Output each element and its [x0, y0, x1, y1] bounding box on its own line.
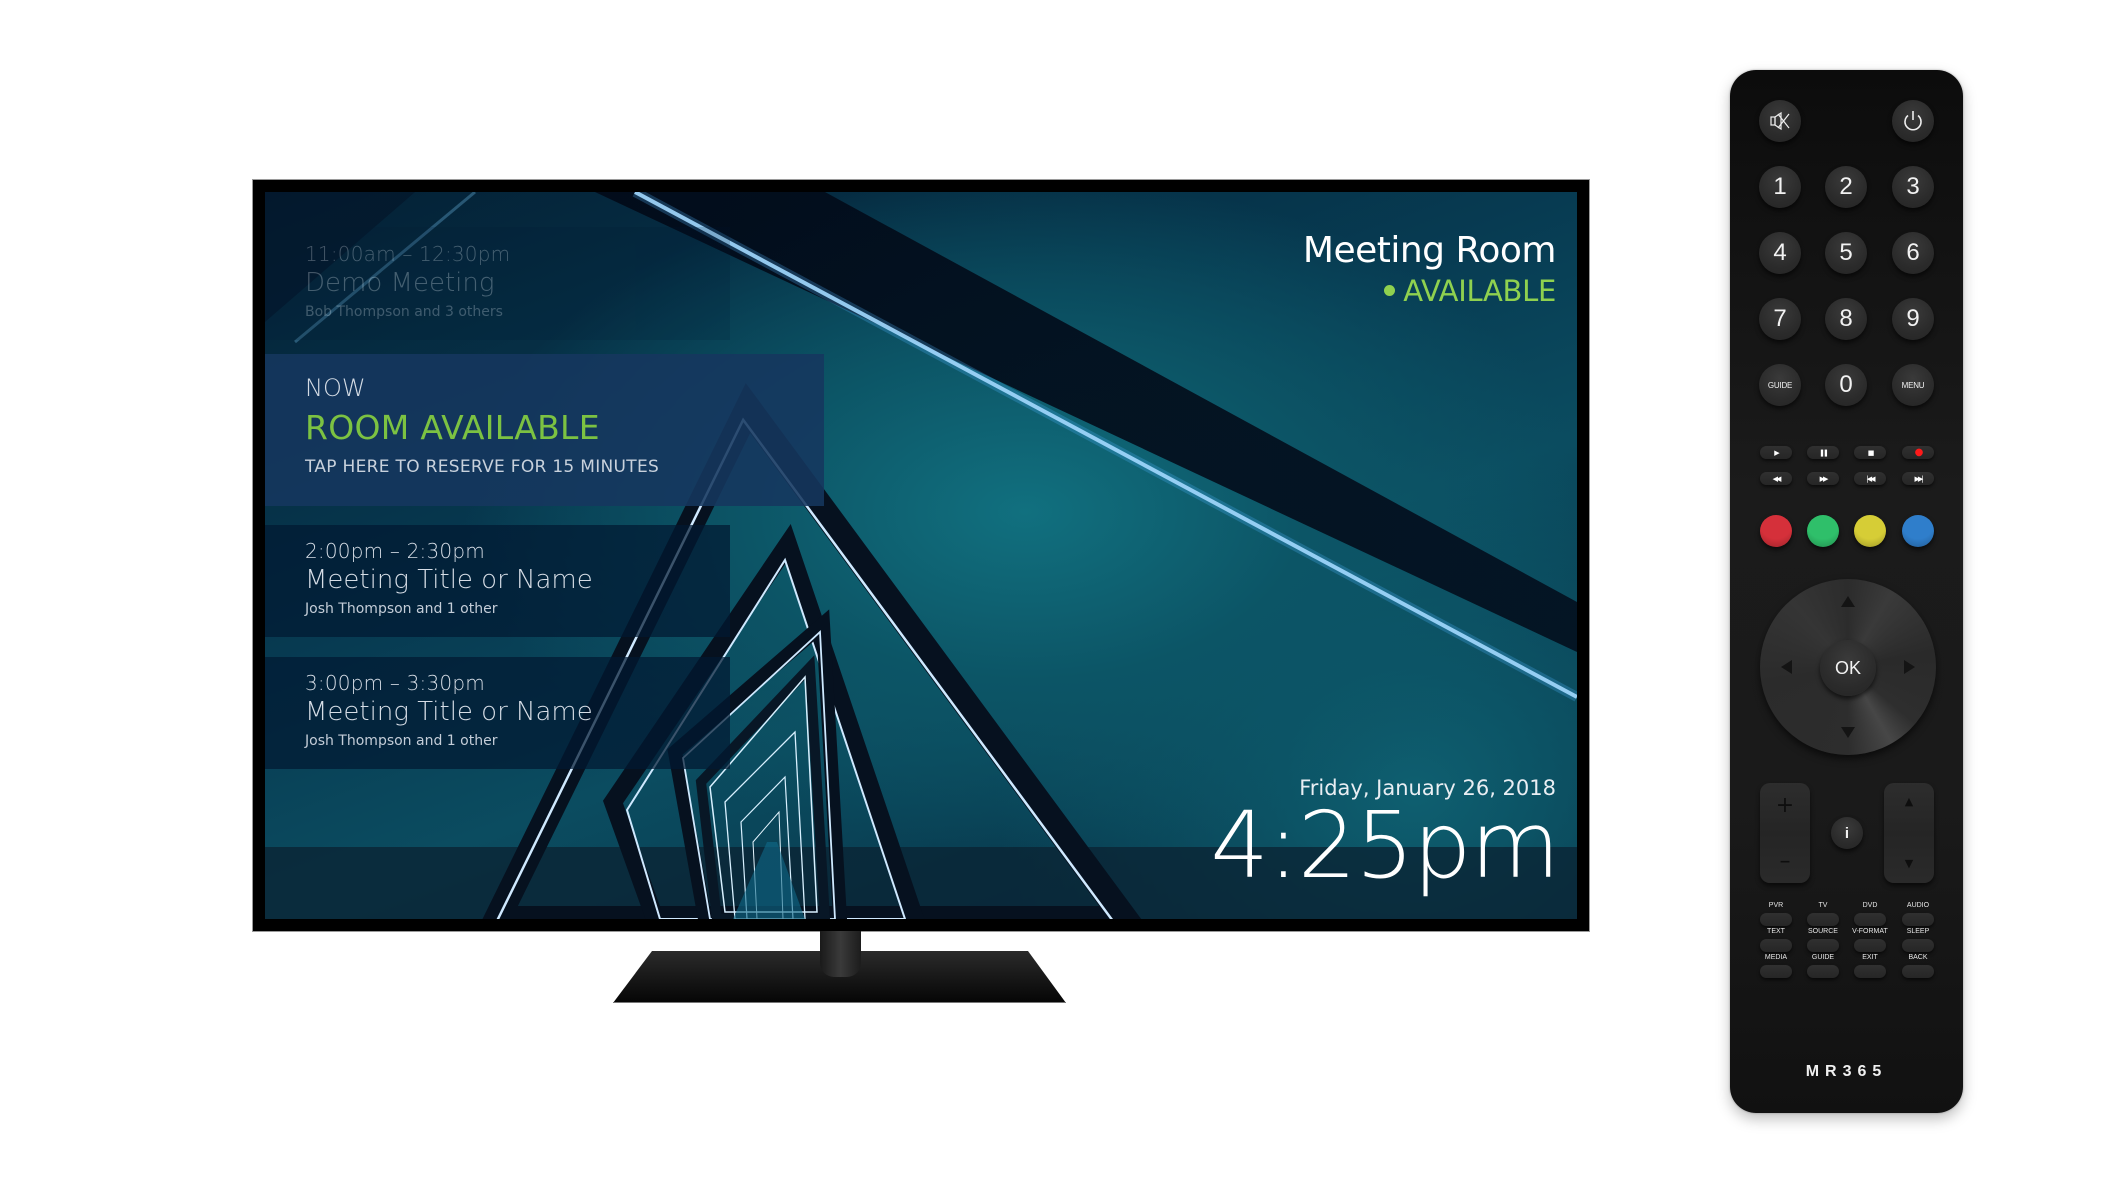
previous-track-icon: |◀◀: [1866, 474, 1875, 483]
source-key-label: SLEEP: [1906, 928, 1930, 935]
key-menu-button[interactable]: MENU: [1892, 364, 1934, 406]
volume-up-button[interactable]: +: [1760, 793, 1810, 818]
power-icon: [1904, 111, 1922, 131]
play-icon: ▶: [1774, 448, 1780, 457]
meeting-time: 2:00pm – 2:30pm: [305, 539, 485, 563]
meeting-time: 11:00am – 12:30pm: [305, 242, 511, 266]
key-pvr-button[interactable]: [1760, 913, 1792, 926]
channel-up-button[interactable]: ▲: [1884, 795, 1934, 808]
volume-rocker[interactable]: + –: [1760, 783, 1810, 883]
key-audio-button[interactable]: [1902, 913, 1934, 926]
key-v-format-button[interactable]: [1854, 939, 1886, 952]
reserve-15-minutes-button[interactable]: TAP HERE TO RESERVE FOR 15 MINUTES: [305, 457, 824, 477]
meeting-attendees: Bob Thompson and 3 others: [305, 304, 503, 320]
yellow-color-button[interactable]: [1854, 515, 1886, 547]
key-guide-button[interactable]: GUIDE: [1759, 364, 1801, 406]
tv-stand-neck: [820, 931, 861, 977]
key-media-button[interactable]: [1760, 965, 1792, 978]
key-4-button[interactable]: 4: [1759, 232, 1801, 274]
room-name: Meeting Room: [1302, 230, 1557, 271]
meeting-card[interactable]: 3:00pm – 3:30pm Meeting Title or Name Jo…: [265, 657, 730, 769]
key-tv-button[interactable]: [1807, 913, 1839, 926]
mute-button[interactable]: [1759, 100, 1801, 142]
key-5-button[interactable]: 5: [1825, 232, 1867, 274]
next-track-icon: ▶▶|: [1914, 474, 1923, 483]
source-key-label: TEXT: [1767, 928, 1785, 935]
mute-icon: [1770, 111, 1790, 131]
fast-forward-icon: ▶▶: [1819, 474, 1829, 483]
fast-forward-button[interactable]: ▶▶: [1807, 472, 1839, 485]
reserve-now-card[interactable]: NOW ROOM AVAILABLE TAP HERE TO RESERVE F…: [265, 354, 824, 506]
source-key-label: SOURCE: [1808, 928, 1838, 935]
tv-screen: 11:00am – 12:30pm Demo Meeting Bob Thomp…: [265, 192, 1577, 919]
arrow-right-button[interactable]: [1904, 660, 1915, 674]
key-back-button[interactable]: [1902, 965, 1934, 978]
key-dvd-button[interactable]: [1854, 913, 1886, 926]
source-key-label: PVR: [1768, 902, 1784, 909]
source-key-label: BACK: [1908, 954, 1928, 961]
current-time: 4:25pm: [1210, 792, 1560, 899]
channel-down-button[interactable]: ▼: [1884, 857, 1934, 870]
brand-logo: MR365: [1805, 1063, 1888, 1080]
channel-rocker[interactable]: ▲ ▼: [1884, 783, 1934, 883]
next-track-button[interactable]: ▶▶|: [1902, 472, 1934, 485]
red-color-button[interactable]: [1760, 515, 1792, 547]
pause-button[interactable]: ❚❚: [1807, 446, 1839, 459]
info-button[interactable]: i: [1831, 817, 1863, 849]
arrow-down-button[interactable]: [1841, 727, 1855, 738]
meeting-title: Meeting Title or Name: [305, 565, 593, 595]
key-3-button[interactable]: 3: [1892, 166, 1934, 208]
previous-track-button[interactable]: |◀◀: [1854, 472, 1886, 485]
ok-button[interactable]: OK: [1820, 640, 1876, 696]
key-guide-button[interactable]: [1807, 965, 1839, 978]
source-key-label: TV: [1818, 902, 1828, 909]
meeting-card[interactable]: 2:00pm – 2:30pm Meeting Title or Name Jo…: [265, 525, 730, 637]
arrow-left-button[interactable]: [1781, 660, 1792, 674]
key-7-button[interactable]: 7: [1759, 298, 1801, 340]
meeting-attendees: Josh Thompson and 1 other: [305, 733, 498, 749]
play-button[interactable]: ▶: [1760, 446, 1792, 459]
key-6-button[interactable]: 6: [1892, 232, 1934, 274]
key-exit-button[interactable]: [1854, 965, 1886, 978]
source-key-label: AUDIO: [1906, 902, 1930, 909]
key-8-button[interactable]: 8: [1825, 298, 1867, 340]
room-available-status: ROOM AVAILABLE: [305, 408, 600, 447]
record-icon: ●: [1914, 447, 1924, 458]
power-button[interactable]: [1892, 100, 1934, 142]
source-key-label: MEDIA: [1764, 954, 1788, 961]
meeting-title: Meeting Title or Name: [305, 697, 593, 727]
key-sleep-button[interactable]: [1902, 939, 1934, 952]
meeting-title: Demo Meeting: [305, 268, 495, 298]
meeting-card-past[interactable]: 11:00am – 12:30pm Demo Meeting Bob Thomp…: [265, 227, 730, 340]
room-status-text: AVAILABLE: [1403, 274, 1556, 308]
volume-down-button[interactable]: –: [1760, 849, 1810, 874]
green-color-button[interactable]: [1807, 515, 1839, 547]
status-dot-icon: [1384, 284, 1396, 296]
source-key-label: GUIDE: [1811, 954, 1835, 961]
pause-icon: ❚❚: [1819, 448, 1829, 457]
record-button[interactable]: ●: [1902, 446, 1934, 459]
rewind-icon: ◀◀: [1772, 474, 1782, 483]
meeting-time: 3:00pm – 3:30pm: [305, 671, 485, 695]
source-key-label: EXIT: [1862, 954, 1878, 961]
stop-icon: ■: [1867, 448, 1874, 457]
key-9-button[interactable]: 9: [1892, 298, 1934, 340]
key-1-button[interactable]: 1: [1759, 166, 1801, 208]
source-key-label: DVD: [1862, 902, 1878, 909]
blue-color-button[interactable]: [1902, 515, 1934, 547]
now-label: NOW: [305, 374, 366, 402]
stop-button[interactable]: ■: [1854, 446, 1886, 459]
rewind-button[interactable]: ◀◀: [1760, 472, 1792, 485]
key-0-button[interactable]: 0: [1825, 364, 1867, 406]
source-key-label: V-FORMAT: [1852, 928, 1888, 935]
key-source-button[interactable]: [1807, 939, 1839, 952]
key-2-button[interactable]: 2: [1825, 166, 1867, 208]
room-status-badge: AVAILABLE: [1384, 274, 1556, 308]
arrow-up-button[interactable]: [1841, 596, 1855, 607]
key-text-button[interactable]: [1760, 939, 1792, 952]
meeting-attendees: Josh Thompson and 1 other: [305, 601, 498, 617]
